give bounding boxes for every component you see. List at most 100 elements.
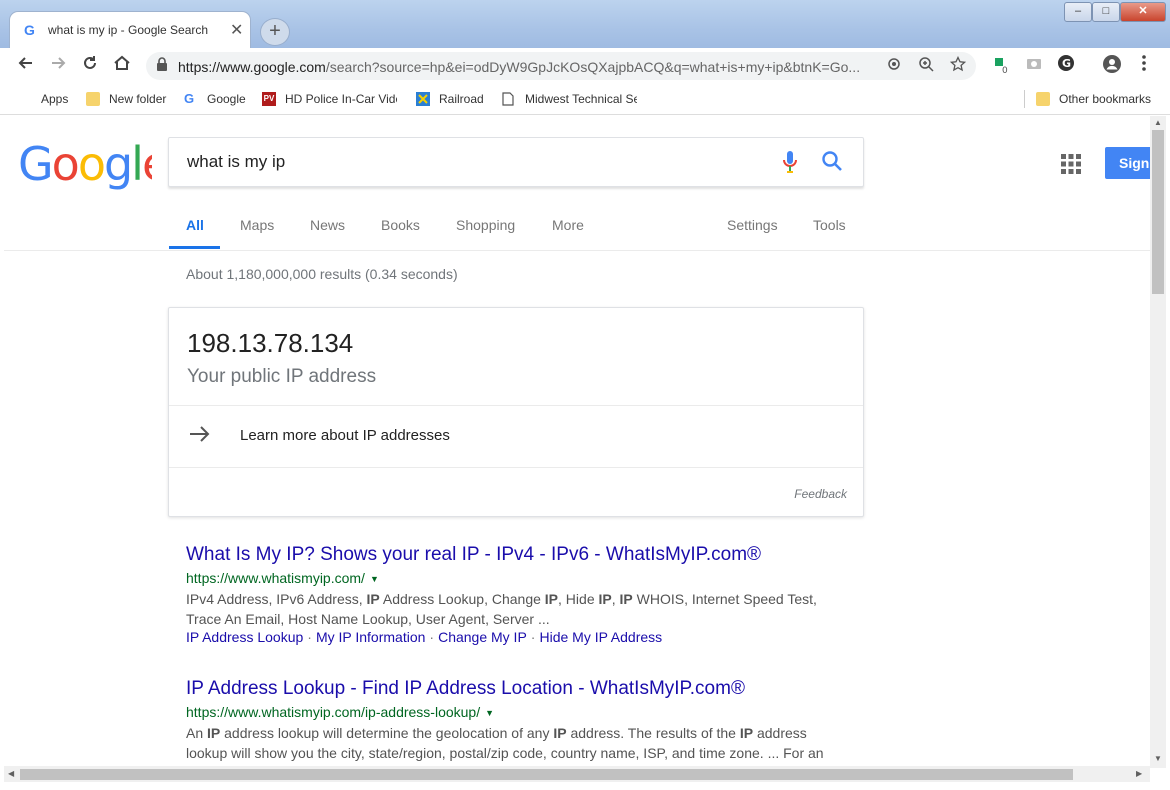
bookmark-other[interactable]: Other bookmarks (1036, 90, 1151, 108)
scroll-down-icon[interactable]: ▼ (1154, 754, 1162, 763)
arrow-right-icon[interactable] (189, 422, 211, 450)
snippet-bold: IP (366, 591, 380, 607)
google-apps-icon[interactable] (1061, 154, 1081, 179)
bookmark-star-icon[interactable] (948, 55, 968, 76)
scroll-up-icon[interactable]: ▲ (1154, 118, 1162, 127)
snippet-text: lookup will show you the city, state/reg… (186, 745, 824, 761)
tab-title: what is my ip - Google Search (48, 23, 209, 37)
home-icon[interactable] (110, 54, 134, 78)
lock-icon (156, 57, 168, 74)
sitelink-separator: · (307, 629, 312, 645)
feedback-link[interactable]: Feedback (794, 487, 847, 501)
result-title-link[interactable]: What Is My IP? Shows your real IP - IPv4… (186, 544, 846, 566)
bookmark-label: HD Police In-Car Vide (285, 92, 397, 106)
bookmark-label: Google (207, 92, 246, 106)
bookmark-apps[interactable]: Apps (18, 90, 68, 108)
tab-tools[interactable]: Tools (813, 217, 846, 233)
bookmark-new-folder[interactable]: New folder (86, 90, 166, 108)
snippet-bold: IP (553, 725, 567, 741)
result-title-link[interactable]: IP Address Lookup - Find IP Address Loca… (186, 678, 846, 700)
search-query[interactable]: what is my ip (187, 152, 285, 172)
extension-icon[interactable]: 0 (990, 54, 1014, 78)
snippet-text: , (611, 591, 620, 607)
sitelink[interactable]: Hide My IP Address (539, 629, 662, 645)
tab-settings[interactable]: Settings (727, 217, 778, 233)
tab-maps[interactable]: Maps (240, 217, 274, 233)
dropdown-arrow-icon[interactable]: ▼ (485, 708, 494, 718)
card-divider (169, 467, 863, 468)
bookmark-label: Midwest Technical Se (525, 92, 637, 106)
tab-shopping[interactable]: Shopping (456, 217, 515, 233)
grammarly-icon[interactable]: G (1054, 54, 1078, 78)
search-result: What Is My IP? Shows your real IP - IPv4… (186, 544, 846, 645)
minimize-button[interactable]: – (1064, 2, 1092, 22)
address-bar[interactable]: https://www.google.com/search?source=hp&… (146, 52, 976, 80)
bookmarks-divider (1024, 90, 1025, 108)
tab-close-icon[interactable]: ✕ (230, 20, 243, 40)
sitelink[interactable]: My IP Information (316, 629, 425, 645)
snippet-text: address lookup will determine the geoloc… (220, 725, 554, 741)
dropdown-arrow-icon[interactable]: ▼ (370, 574, 379, 584)
snippet-bold: IP (619, 591, 633, 607)
horizontal-scrollbar[interactable]: ◀ ▶ (4, 766, 1150, 782)
sitelink-separator: · (429, 629, 435, 645)
google-results-page: Google what is my ip Sign (4, 116, 1150, 766)
tab-more[interactable]: More (552, 217, 584, 233)
bookmark-railroad[interactable]: Railroad (416, 90, 484, 108)
back-icon[interactable] (14, 54, 38, 78)
scroll-right-icon[interactable]: ▶ (1136, 769, 1142, 778)
camera-extension-icon[interactable] (1022, 54, 1046, 78)
sign-in-button[interactable]: Sign (1105, 147, 1150, 179)
browser-tab[interactable]: G what is my ip - Google Search ✕ (10, 12, 250, 48)
search-result: IP Address Lookup - Find IP Address Loca… (186, 678, 846, 763)
url-text[interactable]: https://www.google.com/search?source=hp&… (178, 59, 868, 75)
microphone-icon[interactable] (781, 150, 799, 179)
forward-icon[interactable] (46, 54, 70, 78)
new-tab-button[interactable]: + (260, 18, 290, 46)
menu-kebab-icon[interactable] (1132, 54, 1156, 78)
bookmarks-bar: Apps New folder G Google PV HD Police In… (0, 84, 1170, 115)
zoom-icon[interactable] (916, 56, 936, 76)
snippet-text: , Hide (558, 591, 599, 607)
scroll-left-icon[interactable]: ◀ (8, 769, 14, 778)
reload-icon[interactable] (78, 54, 102, 78)
bookmark-midwest-technical[interactable]: Midwest Technical Se (502, 90, 637, 108)
bookmark-google[interactable]: G Google (184, 90, 246, 108)
browser-toolbar: https://www.google.com/search?source=hp&… (0, 48, 1170, 84)
learn-more-link[interactable]: Learn more about IP addresses (240, 427, 450, 444)
sitelink[interactable]: Change My IP (438, 629, 527, 645)
tab-news[interactable]: News (310, 217, 345, 233)
browser-window: G what is my ip - Google Search ✕ + – □ … (0, 0, 1170, 790)
close-window-button[interactable]: ✕ (1120, 2, 1166, 22)
result-snippet: An IP address lookup will determine the … (186, 723, 846, 763)
ip-address-subtitle: Your public IP address (187, 366, 377, 387)
maximize-button[interactable]: □ (1092, 2, 1120, 22)
tab-all[interactable]: All (186, 217, 204, 233)
bookmark-hd-police[interactable]: PV HD Police In-Car Vide (262, 90, 397, 108)
horizontal-scroll-thumb[interactable] (20, 769, 1073, 780)
vertical-scrollbar[interactable]: ▲ ▼ (1150, 116, 1166, 768)
google-logo[interactable]: Google (18, 137, 170, 202)
location-icon[interactable] (884, 56, 904, 76)
result-url-text: https://www.whatismyip.com/ (186, 570, 365, 586)
bookmark-label: Other bookmarks (1059, 92, 1152, 106)
svg-text:0: 0 (1002, 66, 1008, 74)
folder-icon (1036, 92, 1050, 106)
pv-logo-icon: PV (262, 92, 276, 106)
google-favicon-icon: G (24, 22, 35, 38)
search-icon[interactable] (821, 150, 843, 177)
snippet-text: address. The results of the (566, 725, 740, 741)
snippet-text: WHOIS, Internet Speed Test, (632, 591, 817, 607)
tab-books[interactable]: Books (381, 217, 420, 233)
folder-icon (86, 92, 100, 106)
tab-strip: G what is my ip - Google Search ✕ + – □ … (0, 0, 1170, 48)
bookmark-label: Railroad (439, 92, 484, 106)
card-divider (169, 405, 863, 406)
ip-address-value: 198.13.78.134 (187, 328, 354, 358)
sitelink[interactable]: IP Address Lookup (186, 629, 303, 645)
vertical-scroll-thumb[interactable] (1152, 130, 1164, 294)
bookmark-label: New folder (109, 92, 167, 106)
result-url-text: https://www.whatismyip.com/ip-address-lo… (186, 704, 481, 720)
profile-icon[interactable] (1100, 54, 1124, 78)
search-input[interactable]: what is my ip (168, 137, 864, 187)
